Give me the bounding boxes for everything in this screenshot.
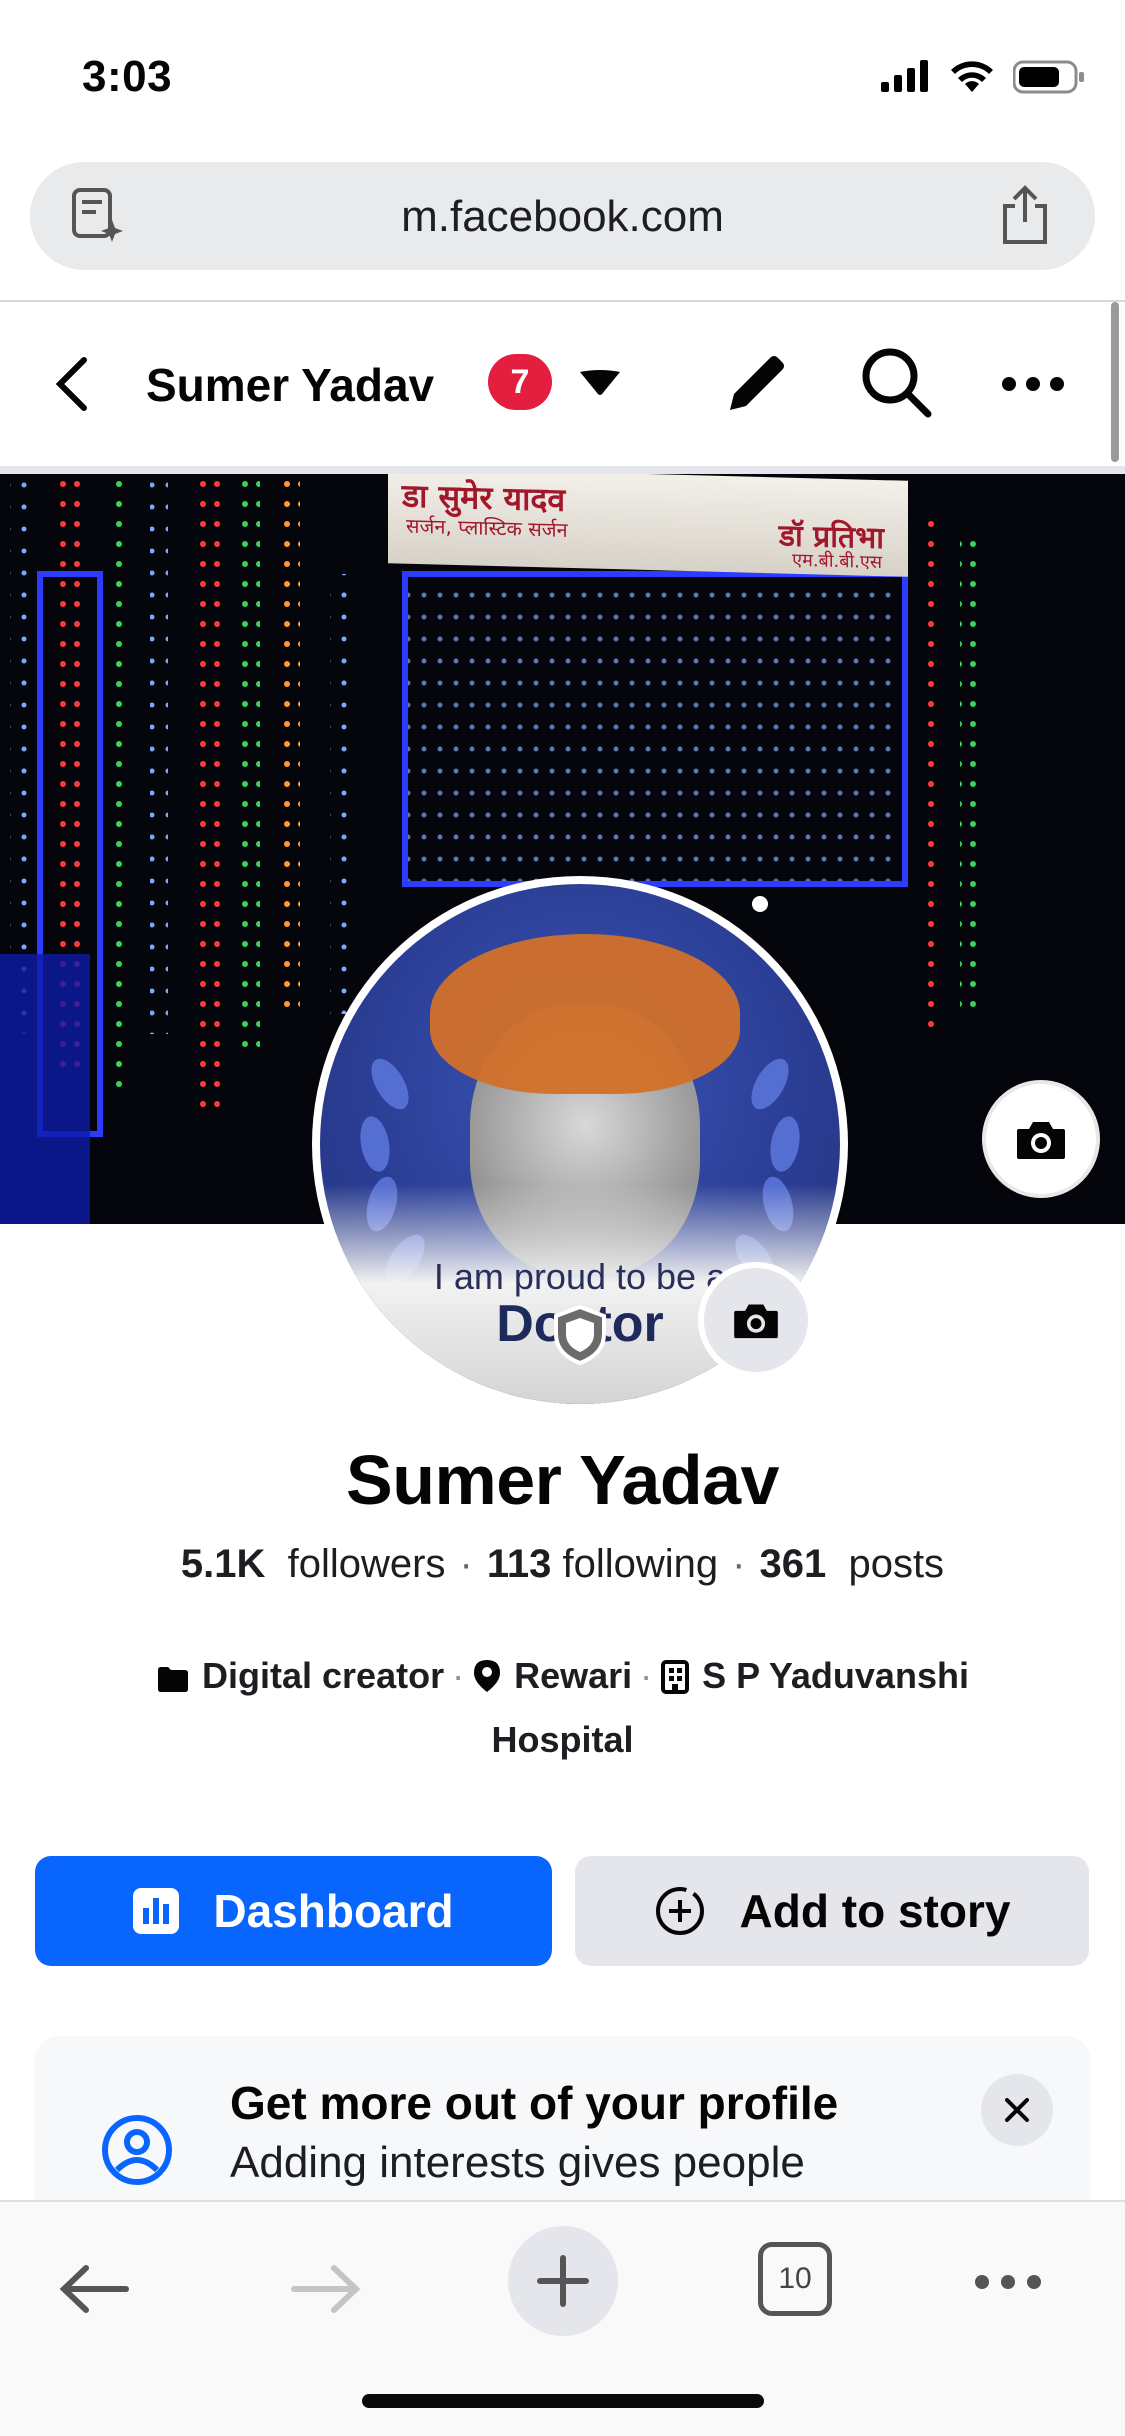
followers-count: 5.1K [180,1542,266,1586]
close-icon [1005,2098,1029,2122]
separator: · [732,1542,746,1586]
edit-cover-button[interactable] [982,1080,1100,1198]
profile-name: Sumer Yadav [346,1441,779,1519]
status-time: 3:03 [82,52,173,101]
plus-circle-icon [655,1887,704,1935]
url-bar[interactable]: m.facebook.com [30,162,1095,270]
profile-details: Digital creator · Rewari · S P Yaduvanshi Ho… [100,1644,1025,1772]
dashboard-button[interactable]: Dashboard [35,1856,552,1966]
camera-icon [1017,1122,1065,1159]
status-icons [881,60,1085,94]
following-count: 113 [486,1542,552,1586]
briefcase-icon [158,1667,189,1692]
profile-stats: 5.1K followers · 113 following · 361 posts [0,1542,1125,1587]
separator: · [459,1542,473,1586]
more-horizontal-icon[interactable] [972,2272,1044,2292]
shield-icon [554,1304,606,1366]
dashboard-label: Dashboard [213,1885,454,1937]
category-item[interactable]: Digital creator [156,1655,444,1696]
header-title[interactable]: Sumer Yadav [146,358,434,412]
chevron-left-icon[interactable] [50,354,94,414]
avatar-band [430,934,740,1094]
add-to-story-button[interactable]: Add to story [575,1856,1089,1966]
pencil-icon[interactable] [722,348,792,418]
home-indicator[interactable] [362,2394,764,2408]
separator: · [452,1655,465,1696]
scrollbar[interactable] [1111,302,1119,462]
bar-chart-icon [133,1888,180,1934]
arrow-left-icon[interactable] [58,2264,130,2314]
cover-sign: डा सुमेर यादव सर्जन, प्लास्टिक सर्जन डॉ … [388,474,908,577]
wifi-icon [951,61,993,92]
sign-text: सर्जन, प्लास्टिक सर्जन [406,513,568,542]
separator: · [640,1655,653,1696]
notification-badge[interactable]: 7 [488,354,552,410]
sign-text: एम.बी.बी.एस [792,549,882,574]
posts-count: 361 [759,1542,827,1586]
signal-icon [881,60,928,92]
status-bar: 3:03 [0,0,1125,150]
location-text: Rewari [514,1655,633,1696]
following-label: following [562,1542,719,1586]
arrow-right-icon[interactable] [290,2264,362,2314]
close-button[interactable] [981,2074,1053,2146]
search-icon[interactable] [858,344,934,420]
category-text: Digital creator [202,1655,445,1696]
caret-down-icon[interactable] [578,368,622,398]
add-to-story-label: Add to story [739,1885,1011,1937]
edit-profile-picture-button[interactable] [698,1262,814,1378]
followers-label: followers [287,1542,446,1586]
following-link[interactable]: 113 following [487,1542,718,1586]
posts-link[interactable]: 361 posts [759,1542,944,1586]
card-title: Get more out of your profile [230,2077,839,2129]
more-horizontal-icon[interactable] [1000,374,1066,394]
battery-icon [1013,60,1084,94]
camera-icon [734,1304,778,1339]
plus-icon [537,2255,589,2307]
location-item[interactable]: Rewari [472,1655,632,1696]
share-icon[interactable] [995,184,1055,248]
building-icon [661,1660,690,1694]
divider [0,466,1125,474]
new-tab-button[interactable] [508,2226,618,2336]
card-subtitle: Adding interests gives people [230,2138,805,2187]
tabs-button[interactable]: 10 [758,2242,832,2316]
posts-label: posts [848,1542,945,1586]
profile-circle-icon [102,2115,172,2185]
followers-link[interactable]: 5.1K followers [181,1542,446,1586]
profile-header: Sumer Yadav 7 [0,302,1125,466]
pin-icon [474,1660,501,1692]
url-text[interactable]: m.facebook.com [30,192,1095,242]
